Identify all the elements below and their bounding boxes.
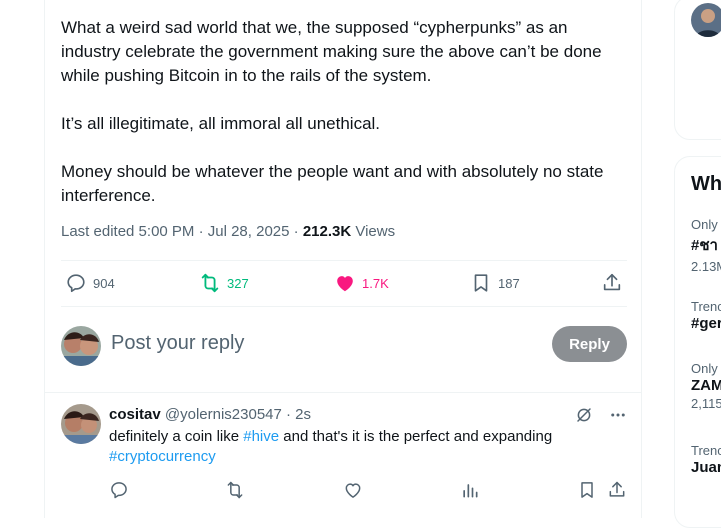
reply-author-name[interactable]: cositav: [109, 406, 161, 423]
reply-time[interactable]: · 2s: [286, 406, 311, 423]
divider: [61, 306, 627, 307]
repost-icon: [201, 273, 219, 293]
bookmark-action[interactable]: 187: [470, 272, 520, 294]
avatar[interactable]: [61, 326, 101, 366]
trend-count: 2,115: [691, 396, 721, 411]
trends-title: Wh: [691, 173, 721, 195]
sidebar-profile-card: [674, 0, 721, 140]
share-icon[interactable]: [607, 480, 627, 505]
trend-item[interactable]: Trenc Juan: [691, 443, 721, 476]
avatar[interactable]: [691, 3, 721, 37]
reply-text-part: definitely a coin like: [109, 428, 244, 445]
tweet-action-bar: 904 327 1.7K 187: [61, 260, 627, 306]
trend-name: #ชา: [691, 237, 718, 254]
heart-icon: [337, 276, 353, 292]
reply-author-handle[interactable]: @yolernis230547: [165, 406, 282, 423]
tweet-text: What a weird sad world that we, the supp…: [61, 16, 631, 232]
bookmark-icon: [474, 274, 488, 292]
repost-action[interactable]: 327: [199, 272, 249, 294]
reply-icon: [67, 274, 85, 293]
reply-text: definitely a coin like #hive and that's …: [109, 427, 589, 467]
tweet-paragraph: Money should be whatever the people want…: [61, 162, 604, 205]
views-count: 212.3K: [302, 223, 352, 240]
trend-context: Only: [691, 217, 718, 232]
repost-count: 327: [227, 275, 249, 291]
trend-count: 2.13M: [691, 259, 721, 274]
bookmark-count: 187: [498, 275, 520, 291]
share-icon: [603, 273, 621, 291]
reply-count: 904: [93, 275, 115, 291]
reply-input[interactable]: Post your reply: [111, 332, 244, 355]
trend-item[interactable]: Only ZAM 2,115: [691, 361, 721, 411]
views-label: Views: [351, 223, 396, 240]
trend-context: Trenc: [691, 443, 721, 458]
reply-tools: [575, 406, 627, 424]
trend-item[interactable]: Only #ชา 2.13M: [691, 217, 721, 274]
share-action[interactable]: [601, 272, 629, 294]
like-action[interactable]: 1.7K: [334, 272, 389, 294]
main-column: What a weird sad world that we, the supp…: [44, 0, 642, 518]
repost-icon[interactable]: [225, 480, 245, 505]
tweet-paragraph: What a weird sad world that we, the supp…: [61, 18, 602, 85]
reply-action-bar: [109, 480, 629, 504]
sidebar-trends: Wh Only #ชา 2.13M Trenc #ger Only ZAM 2,…: [674, 156, 721, 528]
trend-context: Trenc: [691, 299, 721, 314]
heart-icon[interactable]: [343, 480, 363, 505]
trend-context: Only: [691, 361, 718, 376]
hashtag-link[interactable]: #hive: [243, 428, 279, 445]
reply-post[interactable]: cositav @yolernis230547 · 2s definitely …: [45, 394, 641, 514]
reply-action[interactable]: 904: [65, 272, 115, 294]
reply-icon[interactable]: [109, 480, 129, 505]
avatar[interactable]: [61, 404, 101, 444]
reply-text-part: and that's it is the perfect and expandi…: [279, 428, 553, 445]
analytics-icon[interactable]: [460, 480, 480, 505]
reply-button[interactable]: Reply: [552, 326, 627, 362]
more-icon[interactable]: [609, 406, 627, 424]
grok-icon[interactable]: [575, 406, 593, 424]
tweet-meta: Last edited 5:00 PM · Jul 28, 2025 · 212…: [61, 223, 395, 240]
trend-name: ZAM: [691, 377, 721, 394]
tweet-paragraph: It’s all illegitimate, all immoral all u…: [61, 114, 381, 133]
trend-name: #ger: [691, 315, 721, 332]
trend-name: Juan: [691, 459, 721, 476]
bookmark-icon[interactable]: [577, 480, 597, 505]
like-count: 1.7K: [362, 275, 389, 291]
edited-timestamp[interactable]: Last edited 5:00 PM · Jul 28, 2025 ·: [61, 223, 303, 240]
hashtag-link[interactable]: #cryptocurrency: [109, 448, 216, 465]
divider: [45, 392, 641, 393]
reply-header: cositav @yolernis230547 · 2s: [109, 406, 311, 423]
reply-composer: Post your reply Reply: [61, 326, 627, 368]
trend-item[interactable]: Trenc #ger: [691, 299, 721, 332]
